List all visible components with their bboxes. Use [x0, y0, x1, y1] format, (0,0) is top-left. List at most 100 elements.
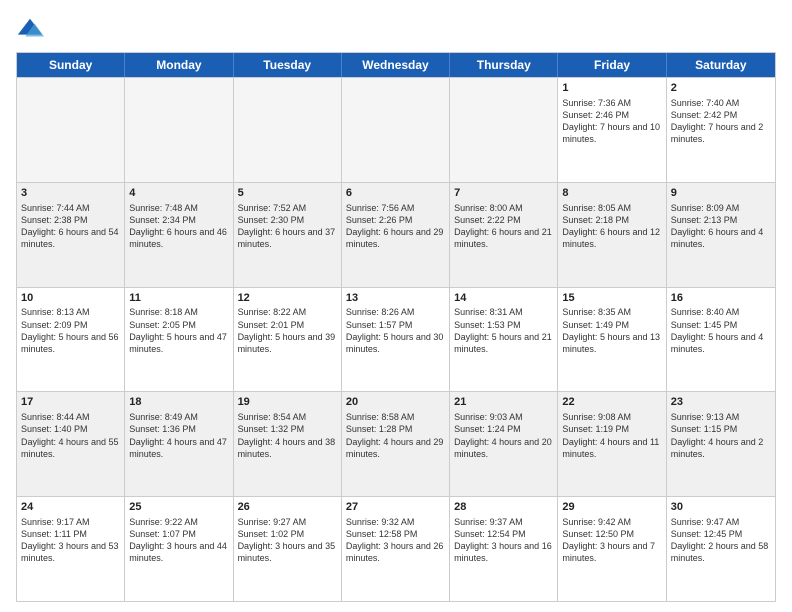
- cal-cell: 16Sunrise: 8:40 AMSunset: 1:45 PMDayligh…: [667, 288, 775, 392]
- cal-cell: 29Sunrise: 9:42 AMSunset: 12:50 PMDaylig…: [558, 497, 666, 601]
- header-day-thursday: Thursday: [450, 53, 558, 77]
- cell-info: Sunrise: 9:32 AMSunset: 12:58 PMDaylight…: [346, 516, 445, 565]
- cell-info: Sunrise: 9:47 AMSunset: 12:45 PMDaylight…: [671, 516, 771, 565]
- cal-cell: 9Sunrise: 8:09 AMSunset: 2:13 PMDaylight…: [667, 183, 775, 287]
- day-number: 5: [238, 186, 337, 201]
- day-number: 30: [671, 500, 771, 515]
- day-number: 8: [562, 186, 661, 201]
- logo: [16, 16, 48, 44]
- day-number: 25: [129, 500, 228, 515]
- cal-cell: [125, 78, 233, 182]
- cell-info: Sunrise: 8:58 AMSunset: 1:28 PMDaylight:…: [346, 411, 445, 460]
- header-day-wednesday: Wednesday: [342, 53, 450, 77]
- cell-info: Sunrise: 9:17 AMSunset: 1:11 PMDaylight:…: [21, 516, 120, 565]
- day-number: 22: [562, 395, 661, 410]
- cell-info: Sunrise: 7:48 AMSunset: 2:34 PMDaylight:…: [129, 202, 228, 251]
- week-row-3: 10Sunrise: 8:13 AMSunset: 2:09 PMDayligh…: [17, 287, 775, 392]
- day-number: 16: [671, 291, 771, 306]
- header-day-saturday: Saturday: [667, 53, 775, 77]
- day-number: 20: [346, 395, 445, 410]
- day-number: 28: [454, 500, 553, 515]
- cal-cell: 23Sunrise: 9:13 AMSunset: 1:15 PMDayligh…: [667, 392, 775, 496]
- header-day-friday: Friday: [558, 53, 666, 77]
- cell-info: Sunrise: 8:18 AMSunset: 2:05 PMDaylight:…: [129, 306, 228, 355]
- day-number: 27: [346, 500, 445, 515]
- cal-cell: 5Sunrise: 7:52 AMSunset: 2:30 PMDaylight…: [234, 183, 342, 287]
- cell-info: Sunrise: 8:09 AMSunset: 2:13 PMDaylight:…: [671, 202, 771, 251]
- cell-info: Sunrise: 7:56 AMSunset: 2:26 PMDaylight:…: [346, 202, 445, 251]
- cal-cell: 19Sunrise: 8:54 AMSunset: 1:32 PMDayligh…: [234, 392, 342, 496]
- cell-info: Sunrise: 8:54 AMSunset: 1:32 PMDaylight:…: [238, 411, 337, 460]
- day-number: 21: [454, 395, 553, 410]
- cell-info: Sunrise: 9:37 AMSunset: 12:54 PMDaylight…: [454, 516, 553, 565]
- cal-cell: 7Sunrise: 8:00 AMSunset: 2:22 PMDaylight…: [450, 183, 558, 287]
- day-number: 7: [454, 186, 553, 201]
- day-number: 6: [346, 186, 445, 201]
- header-day-sunday: Sunday: [17, 53, 125, 77]
- cell-info: Sunrise: 8:44 AMSunset: 1:40 PMDaylight:…: [21, 411, 120, 460]
- day-number: 23: [671, 395, 771, 410]
- week-row-5: 24Sunrise: 9:17 AMSunset: 1:11 PMDayligh…: [17, 496, 775, 601]
- cell-info: Sunrise: 7:52 AMSunset: 2:30 PMDaylight:…: [238, 202, 337, 251]
- day-number: 18: [129, 395, 228, 410]
- week-row-1: 1Sunrise: 7:36 AMSunset: 2:46 PMDaylight…: [17, 77, 775, 182]
- day-number: 19: [238, 395, 337, 410]
- cal-cell: 10Sunrise: 8:13 AMSunset: 2:09 PMDayligh…: [17, 288, 125, 392]
- day-number: 11: [129, 291, 228, 306]
- cal-cell: 22Sunrise: 9:08 AMSunset: 1:19 PMDayligh…: [558, 392, 666, 496]
- cal-cell: 25Sunrise: 9:22 AMSunset: 1:07 PMDayligh…: [125, 497, 233, 601]
- header-day-monday: Monday: [125, 53, 233, 77]
- day-number: 13: [346, 291, 445, 306]
- cal-cell: 8Sunrise: 8:05 AMSunset: 2:18 PMDaylight…: [558, 183, 666, 287]
- cal-cell: 1Sunrise: 7:36 AMSunset: 2:46 PMDaylight…: [558, 78, 666, 182]
- cell-info: Sunrise: 9:08 AMSunset: 1:19 PMDaylight:…: [562, 411, 661, 460]
- cell-info: Sunrise: 8:31 AMSunset: 1:53 PMDaylight:…: [454, 306, 553, 355]
- cell-info: Sunrise: 9:13 AMSunset: 1:15 PMDaylight:…: [671, 411, 771, 460]
- cal-cell: 3Sunrise: 7:44 AMSunset: 2:38 PMDaylight…: [17, 183, 125, 287]
- cal-cell: 26Sunrise: 9:27 AMSunset: 1:02 PMDayligh…: [234, 497, 342, 601]
- cal-cell: 12Sunrise: 8:22 AMSunset: 2:01 PMDayligh…: [234, 288, 342, 392]
- cal-cell: 27Sunrise: 9:32 AMSunset: 12:58 PMDaylig…: [342, 497, 450, 601]
- day-number: 4: [129, 186, 228, 201]
- header-day-tuesday: Tuesday: [234, 53, 342, 77]
- cal-cell: 6Sunrise: 7:56 AMSunset: 2:26 PMDaylight…: [342, 183, 450, 287]
- header: [16, 16, 776, 44]
- cal-cell: [342, 78, 450, 182]
- cal-cell: 11Sunrise: 8:18 AMSunset: 2:05 PMDayligh…: [125, 288, 233, 392]
- cal-cell: [234, 78, 342, 182]
- cell-info: Sunrise: 9:03 AMSunset: 1:24 PMDaylight:…: [454, 411, 553, 460]
- day-number: 29: [562, 500, 661, 515]
- cell-info: Sunrise: 8:22 AMSunset: 2:01 PMDaylight:…: [238, 306, 337, 355]
- cell-info: Sunrise: 9:27 AMSunset: 1:02 PMDaylight:…: [238, 516, 337, 565]
- day-number: 17: [21, 395, 120, 410]
- page: SundayMondayTuesdayWednesdayThursdayFrid…: [0, 0, 792, 612]
- day-number: 14: [454, 291, 553, 306]
- cell-info: Sunrise: 8:35 AMSunset: 1:49 PMDaylight:…: [562, 306, 661, 355]
- cell-info: Sunrise: 8:13 AMSunset: 2:09 PMDaylight:…: [21, 306, 120, 355]
- day-number: 24: [21, 500, 120, 515]
- cal-cell: 30Sunrise: 9:47 AMSunset: 12:45 PMDaylig…: [667, 497, 775, 601]
- day-number: 1: [562, 81, 661, 96]
- day-number: 10: [21, 291, 120, 306]
- day-number: 2: [671, 81, 771, 96]
- cal-cell: 21Sunrise: 9:03 AMSunset: 1:24 PMDayligh…: [450, 392, 558, 496]
- day-number: 15: [562, 291, 661, 306]
- cell-info: Sunrise: 8:49 AMSunset: 1:36 PMDaylight:…: [129, 411, 228, 460]
- day-number: 3: [21, 186, 120, 201]
- day-number: 12: [238, 291, 337, 306]
- cell-info: Sunrise: 7:36 AMSunset: 2:46 PMDaylight:…: [562, 97, 661, 146]
- cal-cell: 2Sunrise: 7:40 AMSunset: 2:42 PMDaylight…: [667, 78, 775, 182]
- calendar-body: 1Sunrise: 7:36 AMSunset: 2:46 PMDaylight…: [17, 77, 775, 601]
- cell-info: Sunrise: 8:05 AMSunset: 2:18 PMDaylight:…: [562, 202, 661, 251]
- cal-cell: 24Sunrise: 9:17 AMSunset: 1:11 PMDayligh…: [17, 497, 125, 601]
- cal-cell: [17, 78, 125, 182]
- calendar-header-row: SundayMondayTuesdayWednesdayThursdayFrid…: [17, 53, 775, 77]
- cal-cell: 28Sunrise: 9:37 AMSunset: 12:54 PMDaylig…: [450, 497, 558, 601]
- day-number: 9: [671, 186, 771, 201]
- cal-cell: [450, 78, 558, 182]
- cell-info: Sunrise: 8:40 AMSunset: 1:45 PMDaylight:…: [671, 306, 771, 355]
- day-number: 26: [238, 500, 337, 515]
- cell-info: Sunrise: 9:42 AMSunset: 12:50 PMDaylight…: [562, 516, 661, 565]
- cal-cell: 17Sunrise: 8:44 AMSunset: 1:40 PMDayligh…: [17, 392, 125, 496]
- cell-info: Sunrise: 7:40 AMSunset: 2:42 PMDaylight:…: [671, 97, 771, 146]
